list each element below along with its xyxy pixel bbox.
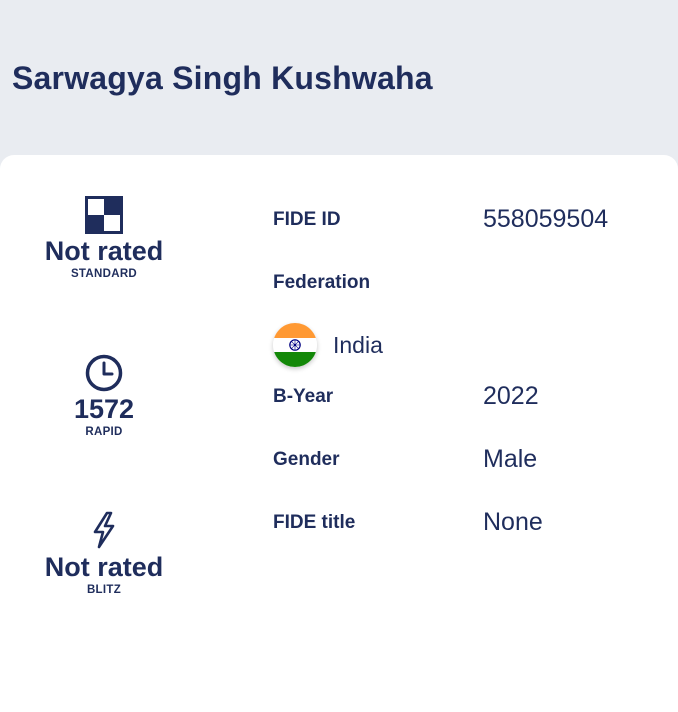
federation-label: Federation — [273, 272, 371, 293]
gender-label: Gender — [273, 449, 340, 470]
chessboard-icon — [85, 196, 123, 234]
byear-label: B-Year — [273, 386, 334, 407]
rating-standard-value: Not rated — [44, 236, 164, 266]
profile-header: Sarwagya Singh Kushwaha — [0, 0, 678, 155]
lightning-icon — [93, 511, 115, 549]
rating-rapid-caption: RAPID — [85, 426, 123, 438]
rating-blitz: Not rated BLITZ — [0, 511, 208, 596]
player-name: Sarwagya Singh Kushwaha — [12, 60, 433, 96]
clock-icon — [85, 354, 123, 392]
fide-title-value: None — [483, 508, 543, 536]
federation-value: India — [273, 322, 383, 368]
byear-value: 2022 — [483, 382, 539, 410]
rating-blitz-value: Not rated — [44, 552, 164, 582]
profile-card: Not rated STANDARD 1572 RAPID Not rated … — [0, 155, 678, 712]
fide-id-label: FIDE ID — [273, 209, 341, 230]
india-flag-icon — [273, 323, 317, 367]
rating-rapid: 1572 RAPID — [0, 353, 208, 438]
rating-standard: Not rated STANDARD — [0, 196, 208, 280]
federation-name: India — [333, 331, 383, 358]
rating-rapid-value: 1572 — [73, 394, 135, 424]
rating-standard-caption: STANDARD — [70, 268, 138, 280]
gender-value: Male — [483, 445, 538, 473]
rating-blitz-caption: BLITZ — [86, 584, 122, 596]
fide-title-label: FIDE title — [273, 512, 356, 533]
fide-id-value: 558059504 — [483, 205, 609, 233]
